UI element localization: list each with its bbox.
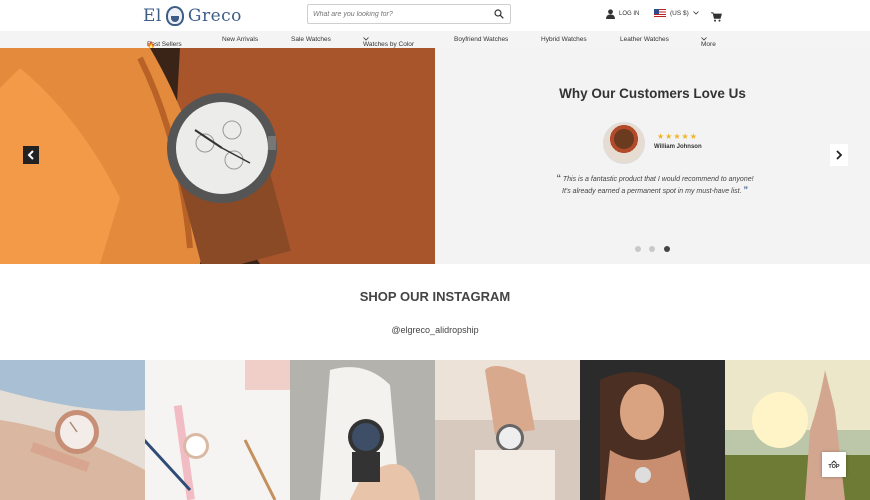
instagram-photo-6[interactable] [725,360,870,500]
testimonial-next-button[interactable] [830,144,848,166]
nav-item-watches-by-color[interactable]: Watches by Color [363,36,414,48]
nav-label: Watches by Color [363,41,415,48]
quote-line-2: It's already earned a permanent spot in … [562,188,742,195]
back-to-top-button[interactable]: TOP [822,452,846,477]
nav-label: More [701,41,716,48]
main-nav: Best Sellers 🔥 New Arrivals Sale Watches… [0,31,870,49]
cart-icon[interactable] [711,9,722,27]
rating-stars: ★★★★★ [657,132,698,141]
logo-text-right: Greco [187,6,242,26]
logo-face-icon [165,6,184,26]
close-quote-icon: ” [743,185,749,195]
search-bar [307,4,511,24]
slider-prev-button[interactable] [23,146,39,164]
nav-item-more[interactable]: More [701,36,716,48]
hero-watch-image [0,48,435,264]
instagram-photo-2[interactable] [145,360,290,500]
nav-item-hybrid-watches[interactable]: Hybrid Watches [541,36,587,43]
instagram-photo-5[interactable] [580,360,725,500]
us-flag-icon [654,9,666,17]
currency-selector[interactable]: (US $) [654,9,699,17]
chevron-right-icon [836,150,843,160]
instagram-photo-1[interactable] [0,360,145,500]
testimonial-panel: Why Our Customers Love Us [435,48,870,264]
chevron-left-icon [27,150,34,160]
instagram-photo-3[interactable] [290,360,435,500]
chevron-down-icon [692,11,699,15]
nav-item-leather-watches[interactable]: Leather Watches [620,36,669,43]
open-quote-icon: “ [556,173,561,183]
quote-line-1: This is a fantastic product that I would… [562,176,754,183]
testimonial-quote: “ This is a fantastic product that I wou… [540,173,770,197]
user-icon [606,9,615,19]
logo-text-left: El [143,6,162,26]
instagram-handle[interactable]: @elgreco_alidropship [0,325,870,335]
slider-dot-3[interactable] [664,246,670,252]
back-to-top-label: TOP [828,463,840,470]
nav-item-sale-watches[interactable]: Sale Watches [291,36,331,43]
search-input[interactable] [308,6,492,22]
reviewer-name: William Johnson [654,144,702,150]
currency-label: (US $) [670,9,689,17]
nav-item-boyfriend-watches[interactable]: Boyfriend Watches [454,36,508,43]
testimonial-heading: Why Our Customers Love Us [559,86,746,101]
instagram-title: SHOP OUR INSTAGRAM [359,289,511,304]
site-logo[interactable]: El Greco [143,4,242,28]
login-link[interactable]: LOG IN [606,9,639,19]
login-label: LOG IN [619,11,640,17]
slider-dot-2[interactable] [649,246,655,252]
instagram-photo-4[interactable] [435,360,580,500]
search-icon[interactable] [492,7,506,21]
reviewer-avatar [603,122,645,164]
nav-item-new-arrivals[interactable]: New Arrivals [222,36,258,43]
slider-dot-1[interactable] [635,246,641,252]
